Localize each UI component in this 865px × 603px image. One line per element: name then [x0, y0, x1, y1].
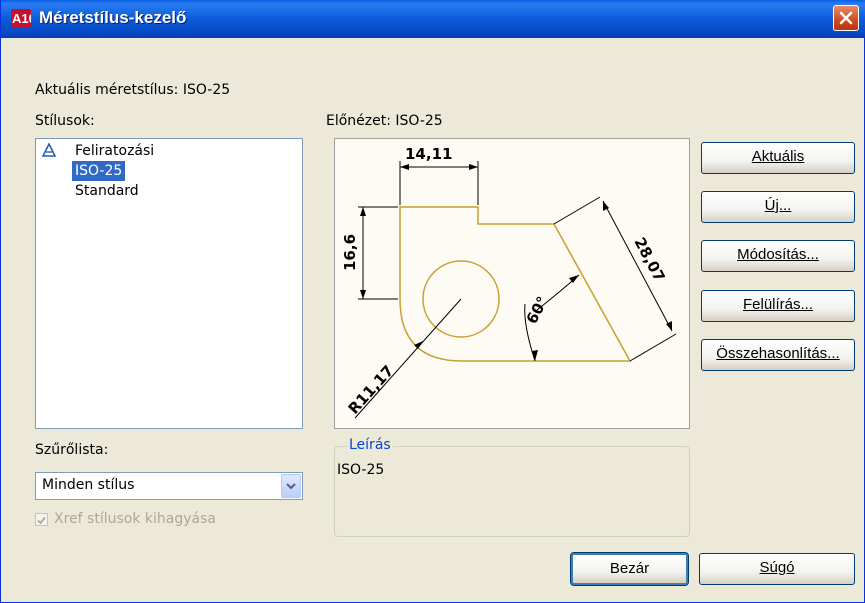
dim-top-label: 14,11 [405, 145, 452, 163]
checkmark-icon [37, 516, 46, 525]
dim-angle-label: 60° [523, 293, 552, 327]
preview-label: Előnézet: ISO-25 [326, 113, 443, 129]
annotative-icon [42, 143, 56, 157]
part-outline [399, 206, 632, 362]
dim-radius-label: R11,17 [345, 362, 398, 418]
close-window-button[interactable] [833, 5, 859, 31]
styles-label: Stílusok: [35, 113, 95, 129]
new-button-label: Új... [764, 197, 792, 214]
set-current-button[interactable]: Aktuális [701, 142, 855, 174]
dim-left-label: 16,6 [341, 234, 359, 271]
preview-canvas: 14,11 16,6 28,07 60° R11,17 [334, 138, 690, 429]
dim-diagonal-label: 28,07 [630, 234, 668, 284]
compare-button[interactable]: Összehasonlítás... [701, 339, 855, 371]
new-button[interactable]: Új... [701, 191, 855, 223]
set-current-button-label: Aktuális [751, 148, 805, 165]
help-button[interactable]: Súgó [699, 553, 855, 585]
app-logo-icon: A10 [11, 9, 31, 27]
override-button[interactable]: Felülírás... [701, 290, 855, 322]
dropdown-arrow-button[interactable] [281, 474, 301, 498]
close-icon [839, 11, 853, 25]
xref-checkbox-label: Xref stílusok kihagyása [54, 511, 216, 527]
window-title: Méretstílus-kezelő [39, 8, 187, 27]
style-item-standard[interactable]: Standard [72, 181, 142, 201]
close-button-label: Bezár [609, 560, 650, 577]
modify-button-label: Módosítás... [737, 246, 819, 263]
filter-label: Szűrőlista: [35, 442, 109, 458]
current-style-label: Aktuális méretstílus: ISO-25 [35, 82, 231, 98]
description-title: Leírás [347, 437, 393, 453]
filter-selected-value: Minden stílus [42, 477, 135, 493]
xref-checkbox[interactable] [35, 513, 48, 526]
styles-listbox[interactable]: Feliratozási ISO-25 Standard [35, 138, 303, 429]
description-text: ISO-25 [337, 462, 385, 478]
preview-drawing: 14,11 16,6 28,07 60° R11,17 [341, 145, 677, 419]
modify-button[interactable]: Módosítás... [701, 240, 855, 272]
style-item-feliratozasi[interactable]: Feliratozási [72, 141, 157, 161]
override-button-label: Felülírás... [742, 296, 814, 313]
description-groupbox [334, 446, 690, 537]
help-button-label: Súgó [759, 559, 795, 576]
filter-dropdown[interactable]: Minden stílus [35, 472, 303, 500]
compare-button-label: Összehasonlítás... [716, 345, 840, 362]
chevron-down-icon [286, 483, 296, 490]
close-button[interactable]: Bezár [570, 552, 689, 586]
dimension-lines [354, 161, 677, 419]
app-logo-text: A10 [12, 11, 31, 26]
style-item-iso-25[interactable]: ISO-25 [72, 161, 126, 181]
dimension-style-manager-window: A10 Méretstílus-kezelő Aktuális méretstí… [0, 0, 865, 603]
title-bar[interactable]: A10 Méretstílus-kezelő [1, 0, 865, 38]
